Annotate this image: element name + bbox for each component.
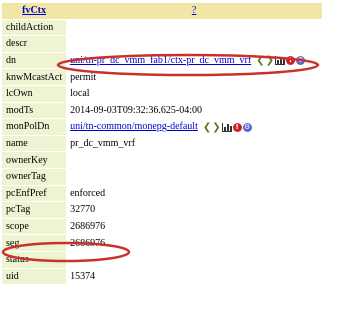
value-text: 32770 — [70, 204, 96, 216]
right-arrow-icon[interactable]: ❯ — [212, 122, 220, 133]
property-name: knwMcastAct — [2, 69, 67, 85]
property-row: monPolDn uni/tn-common/monepg-default ❮❯! ⚙ — [2, 119, 322, 135]
header-row: fvCtx ? — [2, 3, 322, 19]
property-value: 2686976 — [66, 235, 322, 251]
left-arrow-icon[interactable]: ❮ — [203, 122, 211, 133]
value-text: 2686976 — [70, 221, 106, 233]
property-row: seg 2686976 — [2, 235, 322, 251]
property-row: ownerKey — [2, 152, 322, 168]
property-value — [66, 168, 322, 185]
property-row: pcEnfPref enforced — [2, 185, 322, 202]
property-row: name pr_dc_vmm_vrf — [2, 135, 322, 152]
property-row: uid 15374 — [2, 268, 322, 285]
object-properties-table: fvCtx ? childAction descr dn uni/tn-pr_dc_v… — [2, 2, 322, 285]
value-text: pr_dc_vmm_vrf — [70, 138, 136, 150]
dn-link[interactable]: uni/tn-pr_dc_vmm_fab1/ctx-pr_dc_vmm_vrf — [70, 55, 251, 66]
help-link[interactable]: ? — [66, 3, 322, 19]
dn-link[interactable]: uni/tn-common/monepg-default — [70, 121, 198, 132]
value-text: 15374 — [70, 270, 96, 282]
fault-icon[interactable]: ! — [285, 56, 295, 66]
property-name: lcOwn — [2, 85, 67, 102]
property-name: ownerKey — [2, 152, 67, 168]
gear-icon[interactable]: ⚙ — [295, 56, 305, 66]
property-value: pr_dc_vmm_vrf — [66, 135, 322, 152]
right-arrow-icon[interactable]: ❯ — [266, 55, 274, 66]
value-text: 2686976 — [70, 237, 106, 249]
property-name: dn — [2, 52, 67, 69]
property-row: status — [2, 251, 322, 268]
property-value — [66, 152, 322, 168]
property-value: 2014-09-03T09:32:36.625-04:00 — [66, 102, 322, 119]
nav-icons: ❮❯! ⚙ — [202, 121, 252, 133]
property-name: monPolDn — [2, 119, 67, 135]
property-name: name — [2, 135, 67, 152]
property-value: 2686976 — [66, 218, 322, 235]
property-name: pcTag — [2, 202, 67, 218]
bar-chart-icon[interactable] — [221, 122, 232, 132]
property-value — [66, 36, 322, 52]
property-name: ownerTag — [2, 168, 67, 185]
property-name: pcEnfPref — [2, 185, 67, 202]
property-row: dn uni/tn-pr_dc_vmm_fab1/ctx-pr_dc_vmm_vr… — [2, 52, 322, 69]
property-value — [66, 251, 322, 268]
property-name: seg — [2, 235, 67, 251]
property-name: status — [2, 251, 67, 268]
property-name: scope — [2, 218, 67, 235]
value-text: enforced — [70, 187, 106, 199]
property-value — [66, 19, 322, 36]
property-value: enforced — [66, 185, 322, 202]
property-row: scope 2686976 — [2, 218, 322, 235]
class-name-link[interactable]: fvCtx — [2, 3, 67, 19]
property-name: modTs — [2, 102, 67, 119]
property-row: descr — [2, 36, 322, 52]
property-row: childAction — [2, 19, 322, 36]
property-row: modTs 2014-09-03T09:32:36.625-04:00 — [2, 102, 322, 119]
property-name: descr — [2, 36, 67, 52]
property-name: childAction — [2, 19, 67, 36]
property-value: 15374 — [66, 268, 322, 285]
property-value: uni/tn-pr_dc_vmm_fab1/ctx-pr_dc_vmm_vrf ❮… — [66, 52, 322, 69]
property-value: 32770 — [66, 202, 322, 218]
property-row: knwMcastAct permit — [2, 69, 322, 85]
property-row: lcOwn local — [2, 85, 322, 102]
bar-chart-icon[interactable] — [274, 56, 285, 66]
nav-icons: ❮❯! ⚙ — [255, 55, 305, 66]
value-text: permit — [70, 71, 97, 83]
property-name: uid — [2, 268, 67, 285]
value-text: local — [70, 88, 90, 100]
left-arrow-icon[interactable]: ❮ — [256, 55, 264, 66]
property-row: pcTag 32770 — [2, 202, 322, 218]
property-row: ownerTag — [2, 168, 322, 185]
fault-icon[interactable]: ! — [232, 122, 242, 132]
property-value: local — [66, 85, 322, 102]
value-text: 2014-09-03T09:32:36.625-04:00 — [70, 104, 203, 116]
property-value: uni/tn-common/monepg-default ❮❯! ⚙ — [66, 119, 322, 135]
gear-icon[interactable]: ⚙ — [242, 122, 252, 132]
property-value: permit — [66, 69, 322, 85]
